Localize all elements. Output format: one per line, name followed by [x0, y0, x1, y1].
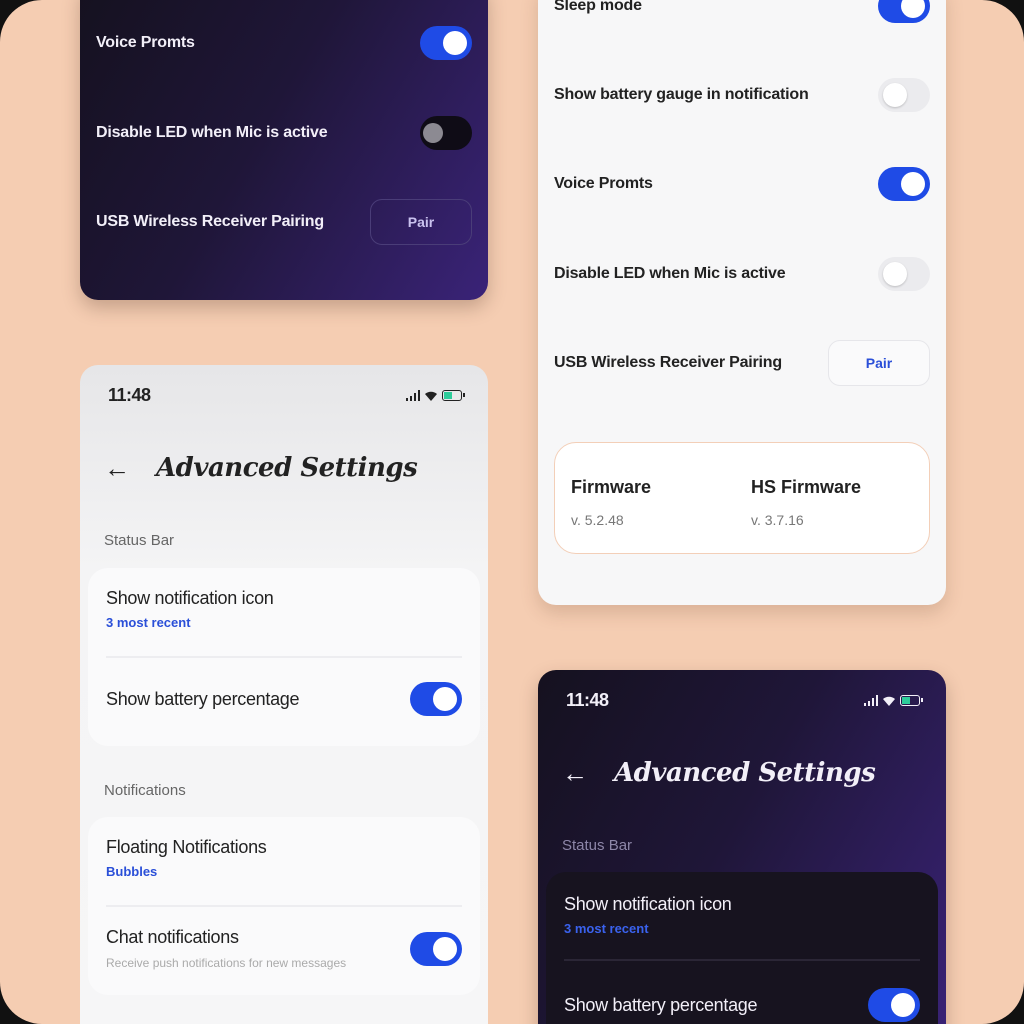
status-bar-group: Show notification icon 3 most recent Sho… — [88, 568, 480, 746]
disable-led-row[interactable]: Disable LED when Mic is active — [96, 113, 472, 153]
hs-firmware-label: HS Firmware — [751, 477, 862, 497]
show-battery-percentage-item[interactable]: Show battery percentage — [106, 682, 462, 716]
show-notification-icon-subtitle: 3 most recent — [564, 921, 649, 936]
battery-gauge-label: Show battery gauge in notification — [554, 86, 809, 103]
status-bar: 11:48 — [566, 690, 923, 711]
battery-gauge-toggle[interactable] — [878, 78, 930, 112]
pair-button[interactable]: Pair — [828, 340, 930, 386]
show-battery-percentage-toggle[interactable] — [410, 682, 462, 716]
disable-led-toggle[interactable] — [420, 116, 472, 150]
battery-icon — [442, 390, 465, 401]
chat-notifications-item[interactable]: Chat notifications Receive push notifica… — [106, 927, 462, 970]
firmware-label: Firmware — [571, 477, 652, 497]
show-battery-percentage-title: Show battery percentage — [564, 994, 758, 1015]
back-arrow-icon[interactable]: ← — [562, 760, 588, 786]
usb-pairing-row: USB Wireless Receiver Pairing Pair — [96, 199, 472, 245]
status-bar: 11:48 — [108, 385, 465, 406]
dark-settings-card-top: Voice Promts Disable LED when Mic is act… — [80, 0, 488, 300]
firmware-version: v. 5.2.48 — [571, 512, 624, 528]
chat-notifications-description: Receive push notifications for new messa… — [106, 956, 347, 970]
floating-notifications-item[interactable]: Floating Notifications Bubbles — [106, 837, 462, 879]
voice-prompts-label: Voice Promts — [554, 175, 653, 192]
sleep-mode-toggle[interactable] — [878, 0, 930, 23]
firmware-info-box: Firmware v. 5.2.48 HS Firmware v. 3.7.16 — [554, 442, 930, 554]
voice-prompts-row[interactable]: Voice Promts — [554, 164, 930, 204]
pair-button[interactable]: Pair — [370, 199, 472, 245]
notifications-section-heading: Notifications — [104, 782, 186, 799]
advanced-settings-light-card: 11:48 ← Advanced Settings Status Bar Sho… — [80, 365, 488, 1024]
show-notification-icon-item[interactable]: Show notification icon 3 most recent — [106, 588, 462, 630]
divider — [564, 959, 920, 961]
usb-pairing-label: USB Wireless Receiver Pairing — [96, 213, 324, 230]
light-settings-card: Sleep mode Show battery gauge in notific… — [538, 0, 946, 605]
show-notification-icon-title: Show notification icon — [564, 894, 732, 914]
hs-firmware-column: HS Firmware v. 3.7.16 — [751, 477, 861, 528]
hs-firmware-version: v. 3.7.16 — [751, 512, 804, 528]
status-bar-group: Show notification icon 3 most recent Sho… — [546, 872, 938, 1024]
status-time: 11:48 — [108, 385, 151, 405]
canvas: Voice Promts Disable LED when Mic is act… — [0, 0, 1024, 1024]
status-icons — [406, 390, 465, 402]
show-battery-percentage-item[interactable]: Show battery percentage — [564, 988, 920, 1022]
voice-prompts-toggle[interactable] — [878, 167, 930, 201]
sleep-mode-label: Sleep mode — [554, 0, 642, 14]
show-battery-percentage-title: Show battery percentage — [106, 688, 300, 709]
disable-led-toggle[interactable] — [878, 257, 930, 291]
floating-notifications-title: Floating Notifications — [106, 837, 267, 857]
show-battery-percentage-toggle[interactable] — [868, 988, 920, 1022]
disable-led-row[interactable]: Disable LED when Mic is active — [554, 254, 930, 294]
chat-notifications-title: Chat notifications — [106, 927, 239, 947]
page-title: Advanced Settings — [156, 453, 418, 483]
battery-icon — [900, 695, 923, 706]
wifi-icon — [425, 391, 437, 401]
notifications-group: Floating Notifications Bubbles Chat noti… — [88, 817, 480, 995]
signal-icon — [406, 390, 420, 401]
usb-pairing-label: USB Wireless Receiver Pairing — [554, 354, 782, 371]
disable-led-label: Disable LED when Mic is active — [554, 265, 786, 282]
divider — [106, 905, 462, 907]
divider — [106, 656, 462, 658]
advanced-settings-dark-card: 11:48 ← Advanced Settings Status Bar Sho… — [538, 670, 946, 1024]
show-notification-icon-subtitle: 3 most recent — [106, 615, 191, 630]
page-title: Advanced Settings — [614, 758, 876, 788]
page-header: ← Advanced Settings — [562, 758, 876, 788]
wifi-icon — [883, 696, 895, 706]
voice-prompts-toggle[interactable] — [420, 26, 472, 60]
chat-notifications-toggle[interactable] — [410, 931, 462, 966]
status-icons — [864, 695, 923, 707]
status-time: 11:48 — [566, 690, 609, 710]
page-header: ← Advanced Settings — [104, 453, 418, 483]
firmware-column: Firmware v. 5.2.48 — [571, 477, 651, 528]
disable-led-label: Disable LED when Mic is active — [96, 124, 328, 141]
signal-icon — [864, 695, 878, 706]
battery-gauge-row[interactable]: Show battery gauge in notification — [554, 75, 930, 115]
usb-pairing-row: USB Wireless Receiver Pairing Pair — [554, 340, 930, 386]
back-arrow-icon[interactable]: ← — [104, 455, 130, 481]
status-bar-section-heading: Status Bar — [104, 532, 175, 549]
voice-prompts-row[interactable]: Voice Promts — [96, 23, 472, 63]
voice-prompts-label: Voice Promts — [96, 34, 195, 51]
sleep-mode-row[interactable]: Sleep mode — [554, 0, 930, 26]
floating-notifications-subtitle: Bubbles — [106, 864, 158, 879]
show-notification-icon-title: Show notification icon — [106, 588, 274, 608]
status-bar-section-heading: Status Bar — [562, 837, 633, 854]
show-notification-icon-item[interactable]: Show notification icon 3 most recent — [564, 894, 920, 936]
